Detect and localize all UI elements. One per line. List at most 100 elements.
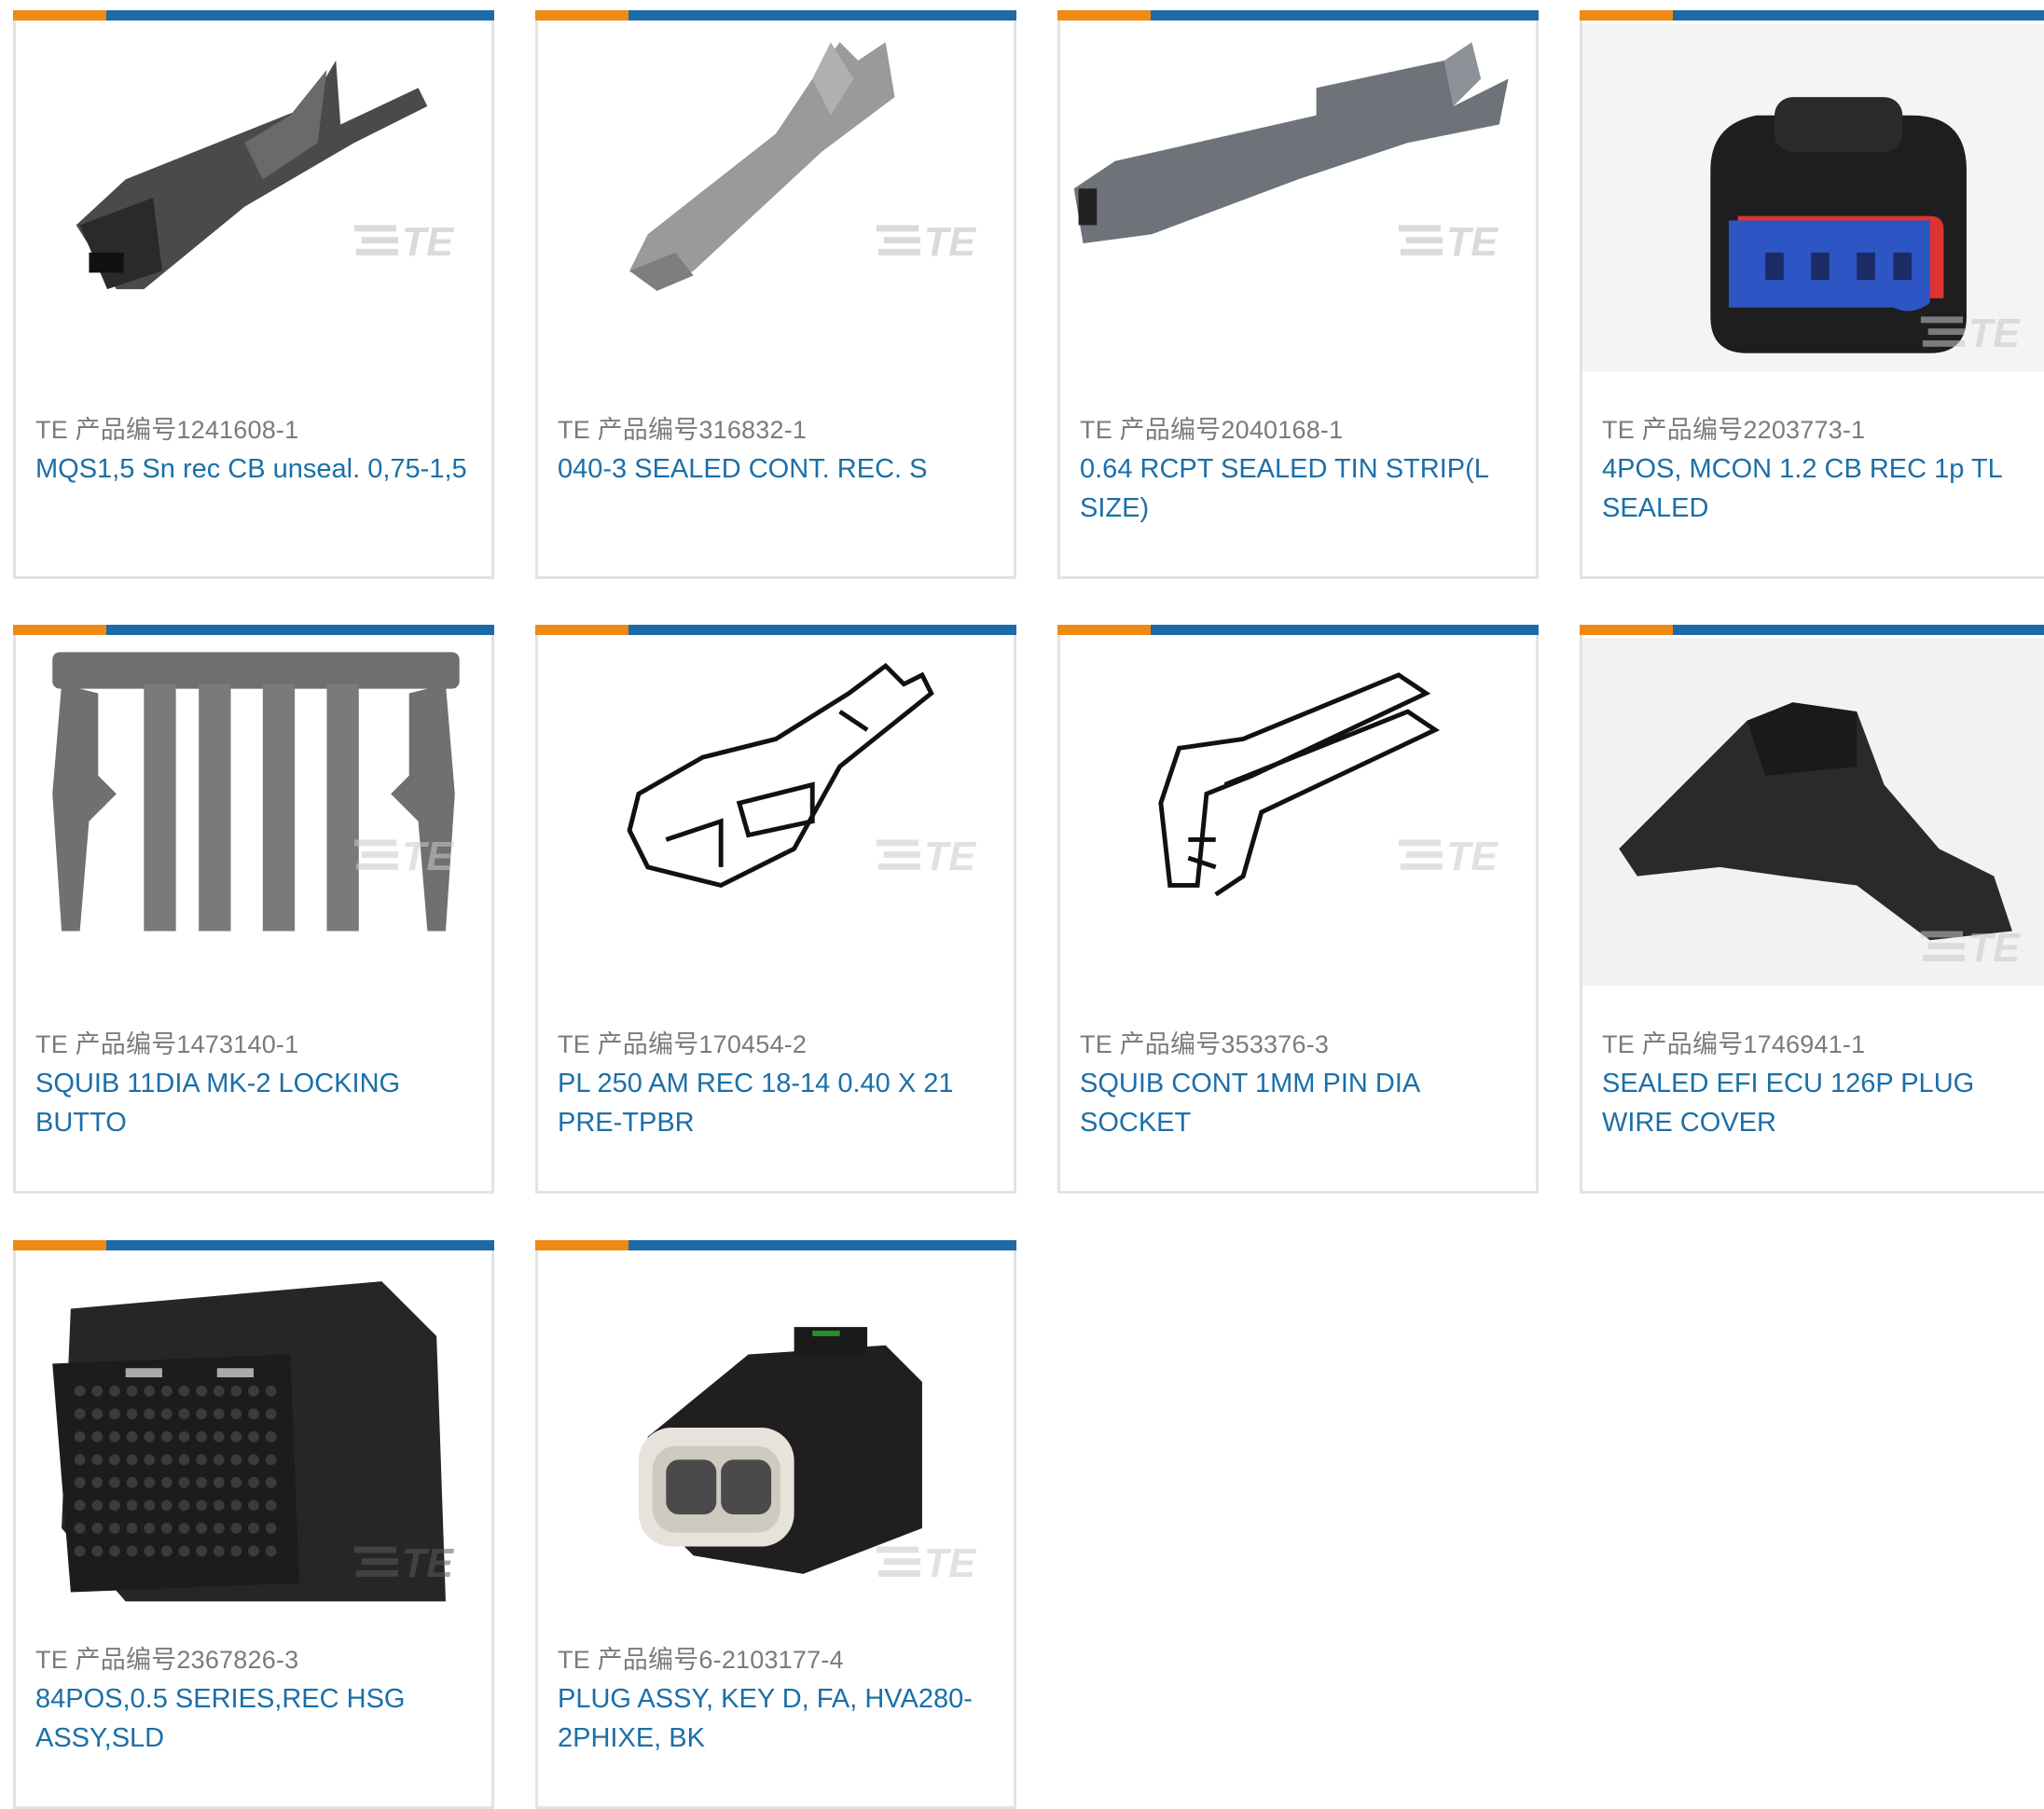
product-image[interactable]: TE [16,1250,491,1605]
card-top-accent [535,1240,628,1250]
te-watermark-icon: TE [876,1541,976,1586]
card-top-accent [535,625,628,635]
svg-text:TE: TE [1446,220,1498,265]
te-watermark-icon: TE [1398,220,1498,265]
svg-text:TE: TE [924,835,976,879]
part-number-prefix: TE 产品编号 [35,1030,177,1058]
product-description-link[interactable]: 040-3 SEALED CONT. REC. S [558,449,1002,489]
part-number-prefix: TE 产品编号 [558,416,699,444]
part-number: TE 产品编号1746941-1 [1602,1024,1865,1060]
svg-text:TE: TE [924,1541,976,1586]
product-image[interactable]: TE [1582,21,2044,375]
product-description-link[interactable]: PLUG ASSY, KEY D, FA, HVA280-2PHIXE, BK [558,1679,1002,1758]
part-number: TE 产品编号316832-1 [558,409,807,446]
part-number-prefix: TE 产品编号 [1080,416,1222,444]
svg-text:TE: TE [1968,926,2021,971]
te-watermark-icon: TE [876,835,976,879]
product-card-1473140-1[interactable]: TE TE 产品编号1473140-1 SQUIB 11DIA MK-2 LOC… [13,625,494,1194]
card-top-bar [1057,625,1539,635]
card-top-bar [13,10,494,21]
product-card-170454-2[interactable]: TE TE 产品编号170454-2 PL 250 AM REC 18-14 0… [535,625,1016,1194]
card-top-bar [1057,10,1539,21]
product-card-1241608-1[interactable]: TE TE 产品编号1241608-1 MQS1,5 Sn rec CB uns… [13,10,494,579]
product-description-link[interactable]: PL 250 AM REC 18-14 0.40 X 21 PRE-TPBR [558,1064,1002,1142]
part-number-value: 6-2103177-4 [698,1646,844,1674]
part-number-value: 316832-1 [698,416,808,444]
part-number-value: 2367826-3 [176,1646,299,1674]
card-top-bar [1580,10,2044,21]
svg-text:TE: TE [1968,311,2021,356]
part-number-value: 2040168-1 [1221,416,1344,444]
product-description-link[interactable]: 84POS,0.5 SERIES,REC HSG ASSY,SLD [35,1679,480,1758]
card-top-accent [535,10,628,21]
part-number-value: 1746941-1 [1743,1030,1866,1058]
te-watermark-icon: TE [353,220,454,265]
part-number: TE 产品编号2367826-3 [35,1639,298,1676]
terminal-gray-icon: TE [629,42,976,292]
card-top-accent [13,10,106,21]
part-number-prefix: TE 产品编号 [1602,1030,1744,1058]
product-image[interactable]: TE [1060,635,1536,989]
part-number-value: 353376-3 [1221,1030,1330,1058]
part-number-prefix: TE 产品编号 [558,1030,699,1058]
svg-text:TE: TE [402,1541,454,1586]
card-top-bar [535,625,1016,635]
housing-84pos-icon: TE [52,1281,454,1602]
product-card-2367826-3[interactable]: TE TE 产品编号2367826-3 84POS,0.5 SERIES,REC… [13,1240,494,1809]
product-card-6-2103177-4[interactable]: TE TE 产品编号6-2103177-4 PLUG ASSY, KEY D, … [535,1240,1016,1809]
svg-text:TE: TE [402,220,454,265]
part-number-prefix: TE 产品编号 [35,416,177,444]
product-card-2203773-1[interactable]: TE TE 产品编号2203773-1 4POS, MCON 1.2 CB RE… [1580,10,2044,579]
product-description-link[interactable]: SQUIB CONT 1MM PIN DIA SOCKET [1080,1064,1525,1142]
wire-cover-icon: TE [1582,638,2044,987]
product-image[interactable]: TE [538,1250,1014,1605]
product-image[interactable]: TE [16,21,491,375]
te-watermark-icon: TE [353,835,454,879]
socket-sketch-icon: TE [1158,672,1498,897]
part-number-value: 1473140-1 [176,1030,299,1058]
product-image[interactable]: TE [538,21,1014,375]
part-number: TE 产品编号1473140-1 [35,1024,298,1060]
part-number-prefix: TE 产品编号 [558,1646,699,1674]
part-number: TE 产品编号1241608-1 [35,409,298,446]
part-number-value: 170454-2 [698,1030,808,1058]
card-top-accent [1580,625,1673,635]
part-number: TE 产品编号6-2103177-4 [558,1639,844,1676]
part-number-prefix: TE 产品编号 [1602,416,1744,444]
locking-button-icon: TE [52,652,460,932]
product-description-link[interactable]: MQS1,5 Sn rec CB unseal. 0,75-1,5 [35,449,480,489]
svg-text:TE: TE [402,835,454,879]
part-number: TE 产品编号353376-3 [1080,1024,1329,1060]
product-card-353376-3[interactable]: TE TE 产品编号353376-3 SQUIB CONT 1MM PIN DI… [1057,625,1539,1194]
plug-2pos-icon: TE [638,1327,976,1586]
product-image[interactable]: TE [1060,21,1536,375]
terminal-dark-icon: TE [76,60,454,290]
card-top-bar [1580,625,2044,635]
product-card-1746941-1[interactable]: TE TE 产品编号1746941-1 SEALED EFI ECU 126P … [1580,625,2044,1194]
product-description-link[interactable]: SQUIB 11DIA MK-2 LOCKING BUTTO [35,1064,480,1142]
part-number-value: 1241608-1 [176,416,299,444]
receptacle-sketch-icon: TE [627,662,976,889]
product-card-2040168-1[interactable]: TE TE 产品编号2040168-1 0.64 RCPT SEALED TIN… [1057,10,1539,579]
product-image[interactable]: TE [16,635,491,989]
part-number-value: 2203773-1 [1743,416,1866,444]
product-image[interactable]: TE [538,635,1014,989]
svg-text:TE: TE [924,220,976,265]
product-image[interactable]: TE [1582,635,2044,989]
svg-text:TE: TE [1446,835,1498,879]
card-top-bar [535,10,1016,21]
card-top-accent [1580,10,1673,21]
part-number: TE 产品编号170454-2 [558,1024,807,1060]
product-card-316832-1[interactable]: TE TE 产品编号316832-1 040-3 SEALED CONT. RE… [535,10,1016,579]
card-top-bar [13,1240,494,1250]
part-number-prefix: TE 产品编号 [1080,1030,1222,1058]
te-watermark-icon: TE [1398,835,1498,879]
card-top-accent [1057,625,1151,635]
connector-blue-icon: TE [1582,23,2044,372]
product-description-link[interactable]: 0.64 RCPT SEALED TIN STRIP(L SIZE) [1080,449,1525,528]
card-top-accent [1057,10,1151,21]
part-number: TE 产品编号2203773-1 [1602,409,1865,446]
part-number: TE 产品编号2040168-1 [1080,409,1343,446]
product-description-link[interactable]: 4POS, MCON 1.2 CB REC 1p TL SEALED [1602,449,2044,528]
product-description-link[interactable]: SEALED EFI ECU 126P PLUG WIRE COVER [1602,1064,2044,1142]
